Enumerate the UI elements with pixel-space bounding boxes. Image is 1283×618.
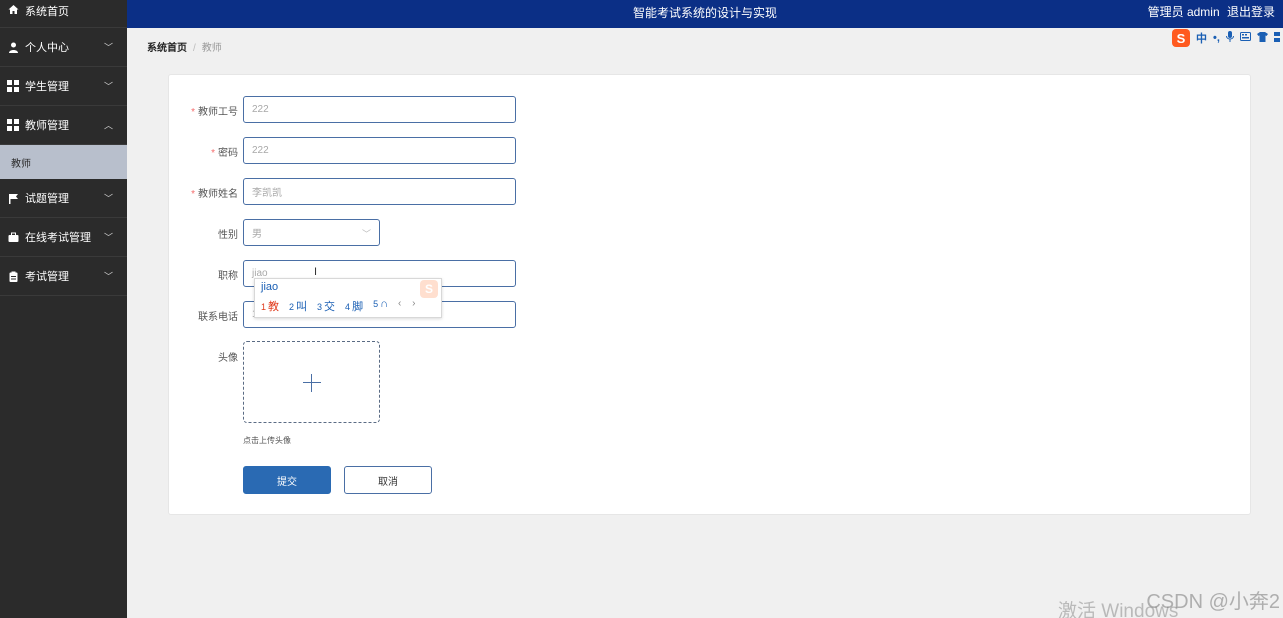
cancel-button[interactable]: 取消 xyxy=(344,466,432,494)
ime-candidate-popup: jiao 1教 2叫 3交 4脚 5 ∩ ‹ › S xyxy=(254,278,442,318)
avatar-label: 头像 xyxy=(218,353,238,364)
ime-punct-toggle[interactable]: •, xyxy=(1213,32,1220,44)
input-value: 李凯凯 xyxy=(252,188,282,199)
sogou-logo-icon[interactable]: S xyxy=(1172,29,1190,47)
grid-icon xyxy=(7,80,19,92)
sidebar-subitem-teacher[interactable]: 教师 xyxy=(0,145,127,179)
teacher-no-label: * 教师工号 xyxy=(170,103,238,118)
briefcase-icon xyxy=(7,231,19,243)
ime-candidate[interactable]: 5 ∩ xyxy=(373,298,388,314)
ime-candidate[interactable]: 3交 xyxy=(317,298,335,314)
keyboard-icon[interactable] xyxy=(1239,32,1251,44)
grid-icon xyxy=(7,119,19,131)
sidebar-item-teachers[interactable]: 教师管理 ︿ xyxy=(0,106,127,145)
password-label: * 密码 xyxy=(170,144,238,159)
label-text: 密码 xyxy=(218,148,238,159)
input-value: 222 xyxy=(252,145,269,156)
user-role: 管理员 admin xyxy=(1147,5,1220,19)
plus-icon xyxy=(303,374,321,392)
ime-lang-toggle[interactable]: 中 xyxy=(1196,30,1207,46)
submit-button[interactable]: 提交 xyxy=(243,466,331,494)
sidebar-item-online-exam[interactable]: 在线考试管理 ﹀ xyxy=(0,218,127,257)
gender-select[interactable]: 男 ﹀ xyxy=(243,219,380,246)
upload-hint: 点击上传头像 xyxy=(243,436,291,445)
teacher-name-input[interactable]: 李凯凯 xyxy=(243,178,516,205)
logout-link[interactable]: 退出登录 xyxy=(1227,5,1275,19)
sidebar-item-students[interactable]: 学生管理 ﹀ xyxy=(0,67,127,106)
ime-candidate[interactable]: 2叫 xyxy=(289,298,307,314)
sidebar-item-personal[interactable]: 个人中心 ﹀ xyxy=(0,28,127,67)
sidebar-item-label: 考试管理 xyxy=(25,271,69,283)
breadcrumb-current: 教师 xyxy=(201,43,222,54)
chevron-down-icon: ﹀ xyxy=(103,42,113,53)
chevron-down-icon: ﹀ xyxy=(103,232,113,243)
label-text: 教师姓名 xyxy=(198,189,238,200)
chevron-down-icon: ﹀ xyxy=(103,193,113,204)
required-mark: * xyxy=(191,107,195,118)
sidebar-item-label: 系统首页 xyxy=(25,6,69,18)
microphone-icon[interactable] xyxy=(1225,31,1234,45)
password-input[interactable]: 222 xyxy=(243,137,516,164)
sidebar-item-label: 个人中心 xyxy=(25,42,69,54)
ime-page-arrows[interactable]: ‹ › xyxy=(398,298,419,314)
chevron-down-icon: ﹀ xyxy=(103,271,113,282)
required-mark: * xyxy=(191,189,195,200)
required-mark: * xyxy=(211,148,215,159)
sidebar-subitem-label: 教师 xyxy=(11,158,31,170)
select-value: 男 xyxy=(252,229,262,240)
ime-candidate[interactable]: 4脚 xyxy=(345,298,363,314)
chevron-down-icon: ﹀ xyxy=(103,81,113,92)
clipboard-icon xyxy=(7,270,19,282)
sidebar: 系统首页 个人中心 ﹀ 学生管理 ﹀ 教师管理 ︿ 教师 试题管理 ﹀ 在线考试… xyxy=(0,0,127,618)
teacher-no-input[interactable]: 222 xyxy=(243,96,516,123)
label-text: 教师工号 xyxy=(198,107,238,118)
breadcrumb: 系统首页 / 教师 xyxy=(147,39,222,54)
sidebar-item-exam-manage[interactable]: 考试管理 ﹀ xyxy=(0,257,127,296)
user-area: 管理员 admin 退出登录 xyxy=(1144,3,1275,20)
phone-label: 联系电话 xyxy=(198,312,238,323)
person-icon xyxy=(7,41,19,53)
chevron-up-icon: ︿ xyxy=(103,120,113,131)
avatar-uploader[interactable] xyxy=(243,341,380,423)
title-label: 职称 xyxy=(218,271,238,282)
top-bar: 智能考试系统的设计与实现 管理员 admin 退出登录 xyxy=(127,0,1283,28)
ime-toolbar: S 中 •, xyxy=(1172,29,1280,47)
menu-grid-icon[interactable] xyxy=(1273,31,1280,45)
sogou-logo-icon: S xyxy=(420,280,438,298)
gender-label: 性别 xyxy=(218,230,238,241)
ime-candidate[interactable]: 1教 xyxy=(261,298,279,314)
app-title: 智能考试系统的设计与实现 xyxy=(632,6,777,20)
sidebar-item-label: 试题管理 xyxy=(25,193,69,205)
sidebar-item-questions[interactable]: 试题管理 ﹀ xyxy=(0,179,127,218)
breadcrumb-separator: / xyxy=(193,43,196,54)
ime-composition: jiao xyxy=(261,281,279,293)
input-value: 222 xyxy=(252,104,269,115)
ime-candidate-list: 1教 2叫 3交 4脚 5 ∩ ‹ › xyxy=(261,298,419,314)
sidebar-item-home[interactable]: 系统首页 xyxy=(0,0,127,28)
flag-icon xyxy=(7,192,19,204)
sidebar-item-label: 在线考试管理 xyxy=(25,232,91,244)
csdn-watermark: CSDN @小奔2 xyxy=(1146,591,1280,613)
sidebar-item-label: 教师管理 xyxy=(25,120,69,132)
skin-icon[interactable] xyxy=(1256,31,1268,45)
text-cursor-icon: I xyxy=(314,266,318,278)
home-icon xyxy=(7,3,19,15)
breadcrumb-home[interactable]: 系统首页 xyxy=(147,43,187,54)
sidebar-item-label: 学生管理 xyxy=(25,81,69,93)
chevron-down-icon: ﹀ xyxy=(361,229,371,239)
teacher-name-label: * 教师姓名 xyxy=(170,185,238,200)
